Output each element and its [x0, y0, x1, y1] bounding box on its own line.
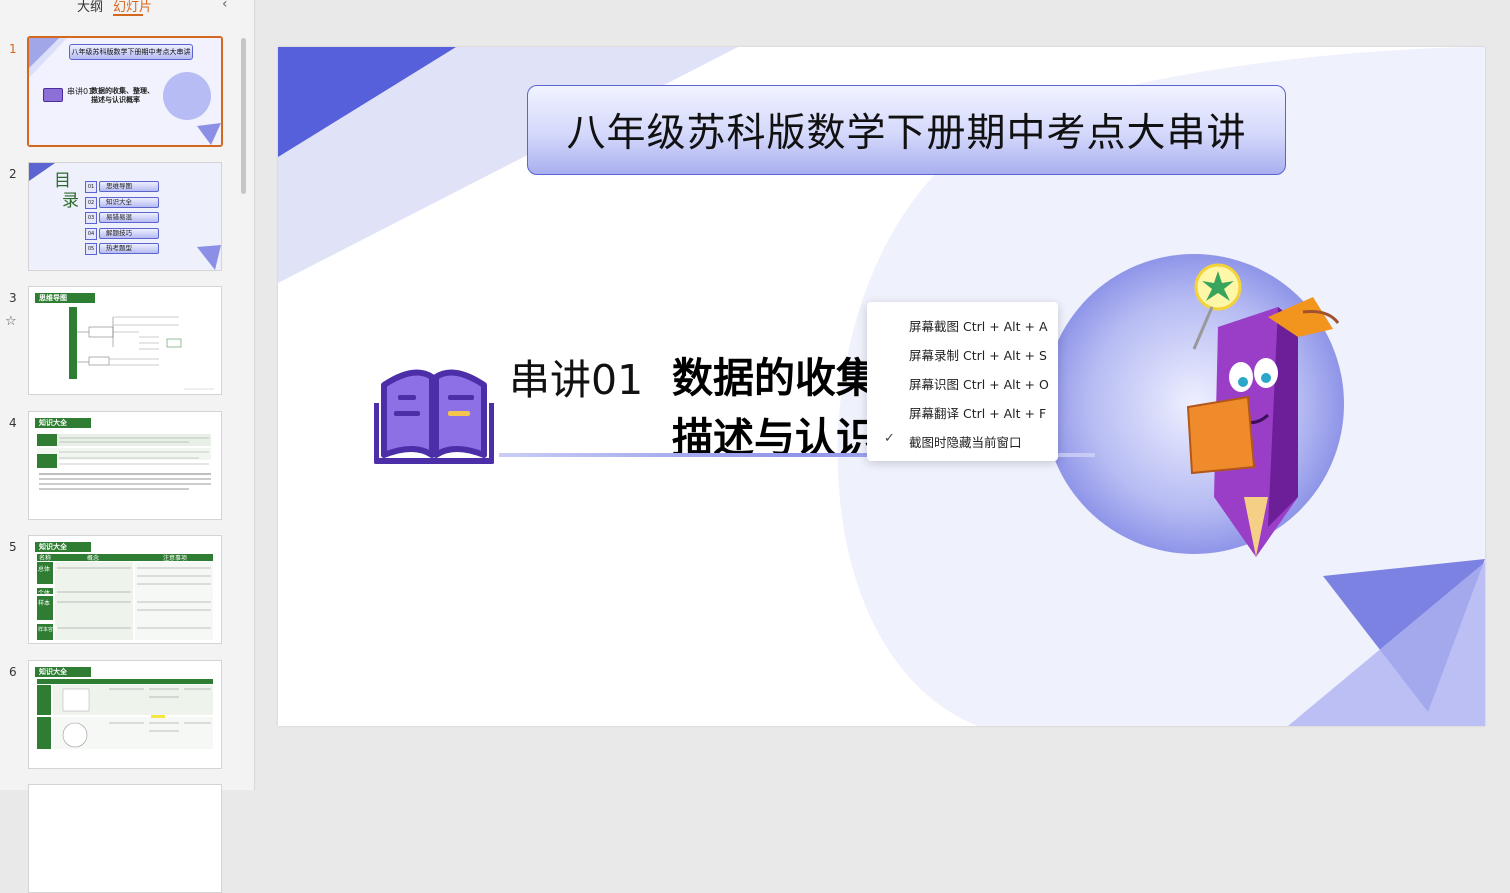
menu-item-screen-ocr[interactable]: 屏幕识图 Ctrl + Alt + O [909, 374, 1049, 393]
slide-number: 6 [9, 665, 17, 679]
slide-number: 4 [9, 416, 17, 430]
thumb-subtitle: 描述与认识概率 [91, 96, 140, 104]
thumb-label: 串讲01 [67, 87, 94, 96]
toc-heading: 录 [62, 191, 79, 211]
screenshot-context-menu: 屏幕截图 Ctrl + Alt + A 屏幕录制 Ctrl + Alt + S … [867, 302, 1058, 461]
table-cell: 样本 [38, 600, 51, 607]
toc-item-number: 02 [85, 196, 97, 209]
toc-item-label: 知识大全 [99, 196, 159, 208]
table-preview [37, 679, 213, 749]
toc-item: 05 热考题型 [85, 243, 159, 255]
chevron-left-icon[interactable]: ‹ [222, 0, 228, 12]
toc-item: 03 易错易混 [85, 212, 159, 224]
menu-item-hide-window[interactable]: 截图时隐藏当前窗口 [909, 432, 1022, 451]
table-preview [37, 434, 211, 490]
menu-item-screen-record[interactable]: 屏幕录制 Ctrl + Alt + S [909, 345, 1047, 364]
slide-number: 1 [9, 42, 17, 56]
panel-tabs: 大纲 幻灯片 ‹ [0, 0, 254, 18]
open-book-icon [43, 88, 63, 102]
table-cell: 总体 [38, 566, 51, 573]
menu-item-screen-translate[interactable]: 屏幕翻译 Ctrl + Alt + F [909, 403, 1046, 422]
slide-title: 八年级苏科版数学下册期中考点大串讲 [566, 111, 1247, 156]
toc-item: 04 解题技巧 [85, 227, 159, 240]
toc-item-number: 01 [85, 181, 97, 193]
slide-title-box[interactable]: 八年级苏科版数学下册期中考点大串讲 [527, 85, 1286, 175]
slide-thumbnail-6[interactable]: 知识大全 [28, 660, 222, 769]
open-book-icon [374, 369, 494, 464]
toc-item-number: 05 [85, 243, 97, 255]
toc-item-label: 解题技巧 [99, 227, 159, 239]
lecture-label: 串讲01 [509, 356, 644, 404]
table-header: 概念 [87, 555, 100, 562]
menu-item-screen-capture[interactable]: 屏幕截图 Ctrl + Alt + A [909, 316, 1048, 335]
panel-scrollbar[interactable] [241, 38, 246, 194]
thumb-title: 八年级苏科版数学下册期中考点大串讲 [69, 44, 193, 60]
star-icon[interactable]: ☆ [5, 314, 17, 329]
toc-item-label: 热考题型 [99, 243, 159, 254]
toc-item-label: 思维导图 [99, 181, 159, 192]
table-header: 注意事项 [163, 555, 188, 562]
table-header: 名称 [39, 555, 52, 562]
pencil-wizard-mascot [1186, 263, 1340, 557]
slide-thumbnail-5[interactable]: 知识大全 名称 概念 注意事项 总体 个体 样本 样本容量 [28, 535, 222, 644]
toc-item: 01 思维导图 [85, 181, 159, 193]
tab-outline[interactable]: 大纲 [77, 0, 103, 15]
slide-thumbnail-2[interactable]: 目 录 01 思维导图 02 知识大全 03 易错易混 04 解题技巧 05 热考题型 [28, 162, 222, 271]
slide-number: 5 [9, 540, 17, 554]
slide-thumbnail-4[interactable]: 知识大全 [28, 411, 222, 520]
table-cell: 个体 [38, 590, 51, 597]
table-cell: 样本容量 [38, 627, 59, 633]
toc-item: 02 知识大全 [85, 196, 159, 209]
slide-thumbnail-3[interactable]: 思维导图 [28, 286, 222, 395]
slide-thumbnail-7[interactable] [28, 784, 222, 893]
toc-item-label: 易错易混 [99, 212, 159, 223]
mind-map-preview [69, 307, 214, 390]
toc-item-number: 03 [85, 212, 97, 224]
slide-number: 2 [9, 167, 17, 181]
slide-thumbnail-1[interactable]: 八年级苏科版数学下册期中考点大串讲 串讲01 数据的收集、整理、 描述与认识概率 [27, 36, 223, 147]
slide-panel: 大纲 幻灯片 ‹ 1 2 3 ☆ 4 5 6 八年级苏科版数学下册期中考点大串讲… [0, 0, 255, 893]
toc-item-number: 04 [85, 227, 97, 240]
active-tab-indicator [113, 14, 143, 16]
check-icon: ✓ [884, 431, 895, 446]
tab-slides[interactable]: 幻灯片 [113, 0, 152, 15]
slide-number: 3 [9, 291, 17, 305]
